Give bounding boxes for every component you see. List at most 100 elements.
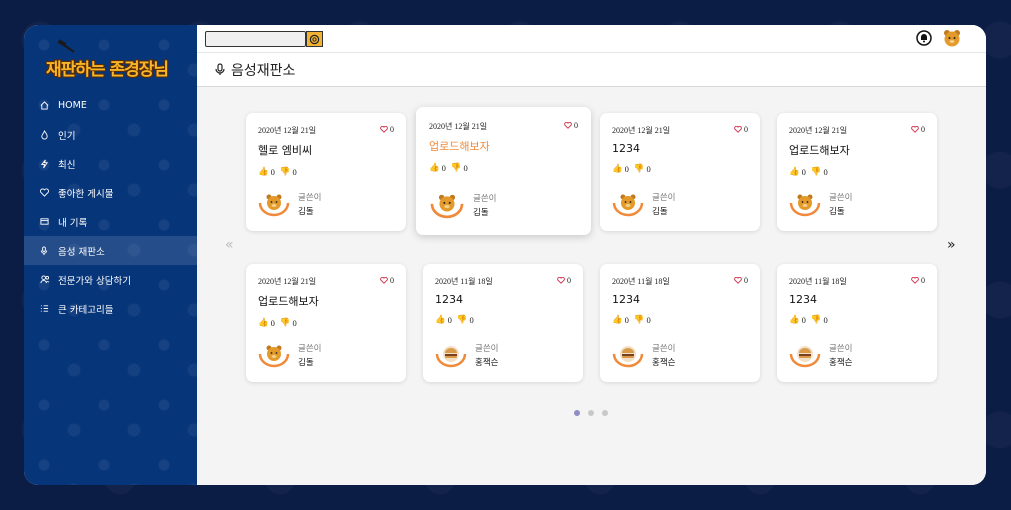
vote-row: 👍 0 👎 0: [612, 163, 748, 174]
author-label: 글쓴이: [298, 192, 322, 202]
author-name: 홍잭슨: [475, 357, 499, 367]
post-card[interactable]: 2020년 11월 18일 0 1234 👍 0 👎 0 글쓴이 홍잭슨: [600, 264, 760, 382]
user-avatar[interactable]: [942, 28, 962, 48]
upvote-count: 0: [270, 317, 275, 328]
thumbs-down-icon[interactable]: 👎: [451, 162, 462, 173]
sidebar: 재판하는 존경장님 HOME 인기 최신 좋아한 게시물 내 기록 음성 재판소…: [24, 25, 197, 485]
sidebar-item-label: 전문가와 상담하기: [58, 275, 131, 287]
notification-bell-icon[interactable]: [916, 30, 932, 46]
sidebar-nav: HOME 인기 최신 좋아한 게시물 내 기록 음성 재판소 전문가와 상담하기…: [24, 91, 197, 323]
thumbs-down-icon[interactable]: 👎: [634, 314, 645, 325]
post-card[interactable]: 2020년 11월 18일 0 1234 👍 0 👎 0 글쓴이 홍잭슨: [423, 264, 583, 382]
sidebar-item-liked[interactable]: 좋아한 게시물: [24, 178, 197, 207]
post-card[interactable]: 2020년 11월 18일 0 1234 👍 0 👎 0 글쓴이 홍잭슨: [777, 264, 937, 382]
thumbs-up-icon[interactable]: 👍: [612, 163, 623, 174]
like-button[interactable]: 0: [734, 276, 748, 285]
sidebar-item-label: 큰 카테고리들: [58, 304, 114, 316]
pagination-dot-2[interactable]: [588, 410, 594, 416]
thumbs-up-icon[interactable]: 👍: [789, 314, 800, 325]
thumbs-up-icon[interactable]: 👍: [429, 162, 440, 173]
thumbs-up-icon[interactable]: 👍: [258, 166, 269, 177]
search-button[interactable]: [306, 31, 323, 47]
heart-outline-icon: [564, 122, 572, 129]
author-row: 글쓴이 김돌: [789, 191, 852, 217]
upvote-count: 0: [801, 314, 806, 325]
downvote-count: 0: [646, 314, 651, 325]
sidebar-item-label: 내 기록: [58, 217, 88, 229]
post-date: 2020년 11월 18일: [789, 277, 847, 286]
author-row: 글쓴이 홍잭슨: [435, 342, 498, 368]
page-title: 음성재판소: [231, 62, 296, 79]
heart-outline-icon: [911, 277, 919, 284]
author-label: 글쓴이: [829, 343, 853, 353]
author-name: 김돌: [473, 207, 489, 217]
author-row: 글쓴이 김돌: [429, 191, 496, 219]
vote-row: 👍 0 👎 0: [789, 314, 925, 325]
sidebar-item-label: 인기: [58, 130, 76, 142]
app-window: 재판하는 존경장님 HOME 인기 최신 좋아한 게시물 내 기록 음성 재판소…: [24, 25, 986, 485]
card-carousel: « » 2020년 12월 21일 0 헬로 엠비씨 👍 0 👎 0 글쓴이 김…: [197, 87, 986, 485]
upvote-count: 0: [624, 163, 629, 174]
mic-icon: [40, 245, 58, 256]
post-title: 헬로 엠비씨: [258, 144, 313, 157]
sidebar-item-popular[interactable]: 인기: [24, 120, 197, 149]
vote-row: 👍 0 👎 0: [789, 166, 925, 177]
thumbs-down-icon[interactable]: 👎: [811, 166, 822, 177]
thumbs-up-icon[interactable]: 👍: [789, 166, 800, 177]
like-button[interactable]: 0: [911, 125, 925, 134]
like-button[interactable]: 0: [380, 276, 394, 285]
thumbs-up-icon[interactable]: 👍: [258, 317, 269, 328]
thumbs-down-icon[interactable]: 👎: [457, 314, 468, 325]
sidebar-item-my-history[interactable]: 내 기록: [24, 207, 197, 236]
like-button[interactable]: 0: [564, 121, 578, 130]
like-button[interactable]: 0: [911, 276, 925, 285]
logo[interactable]: 재판하는 존경장님: [24, 25, 197, 87]
author-label: 글쓴이: [298, 343, 322, 353]
thumbs-up-icon[interactable]: 👍: [435, 314, 446, 325]
post-card[interactable]: 2020년 12월 21일 0 업로드해보자 👍 0 👎 0 글쓴이 김돌: [246, 264, 406, 382]
like-button[interactable]: 0: [380, 125, 394, 134]
post-card[interactable]: 2020년 12월 21일 0 헬로 엠비씨 👍 0 👎 0 글쓴이 김돌: [246, 113, 406, 231]
thumbs-down-icon[interactable]: 👎: [811, 314, 822, 325]
post-card[interactable]: 2020년 12월 21일 0 업로드해보자 👍 0 👎 0 글쓴이 김돌: [777, 113, 937, 231]
thumbs-down-icon[interactable]: 👎: [634, 163, 645, 174]
people-icon: [40, 275, 58, 284]
author-row: 글쓴이 홍잭슨: [789, 342, 852, 368]
post-title: 1234: [435, 293, 463, 306]
burger-avatar-icon: [435, 346, 467, 368]
sidebar-item-label: 최신: [58, 159, 76, 171]
upvote-count: 0: [270, 166, 275, 177]
author-row: 글쓴이 김돌: [258, 342, 321, 368]
heart-outline-icon: [380, 126, 388, 133]
upvote-count: 0: [624, 314, 629, 325]
thumbs-down-icon[interactable]: 👎: [280, 317, 291, 328]
carousel-next-button[interactable]: »: [947, 237, 956, 253]
thumbs-down-icon[interactable]: 👎: [280, 166, 291, 177]
pagination-dot-3[interactable]: [602, 410, 608, 416]
sidebar-item-expert[interactable]: 전문가와 상담하기: [24, 265, 197, 294]
pagination-dot-1[interactable]: [574, 410, 580, 416]
post-title: 업로드해보자: [789, 144, 850, 157]
sidebar-item-latest[interactable]: 최신: [24, 149, 197, 178]
like-button[interactable]: 0: [557, 276, 571, 285]
author-name: 김돌: [298, 206, 314, 216]
post-card[interactable]: 2020년 12월 21일 0 업로드해보자 👍 0 👎 0 글쓴이 김돌: [416, 107, 591, 235]
post-card[interactable]: 2020년 12월 21일 0 1234 👍 0 👎 0 글쓴이 김돌: [600, 113, 760, 231]
carousel-prev-button[interactable]: «: [225, 237, 234, 253]
search-input[interactable]: [205, 31, 306, 47]
list-icon: [40, 304, 58, 313]
author-name: 김돌: [652, 206, 668, 216]
author-row: 글쓴이 홍잭슨: [612, 342, 675, 368]
like-button[interactable]: 0: [734, 125, 748, 134]
heart-outline-icon: [734, 277, 742, 284]
post-title: 1234: [612, 142, 640, 155]
sidebar-item-categories[interactable]: 큰 카테고리들: [24, 294, 197, 323]
vote-row: 👍 0 👎 0: [612, 314, 748, 325]
downvote-count: 0: [646, 163, 651, 174]
bear-avatar-icon: [258, 194, 290, 217]
sidebar-item-voice-court[interactable]: 음성 재판소: [24, 236, 197, 265]
downvote-count: 0: [292, 317, 297, 328]
thumbs-up-icon[interactable]: 👍: [612, 314, 623, 325]
sidebar-item-label: 음성 재판소: [58, 246, 105, 258]
sidebar-item-home[interactable]: HOME: [24, 91, 197, 120]
